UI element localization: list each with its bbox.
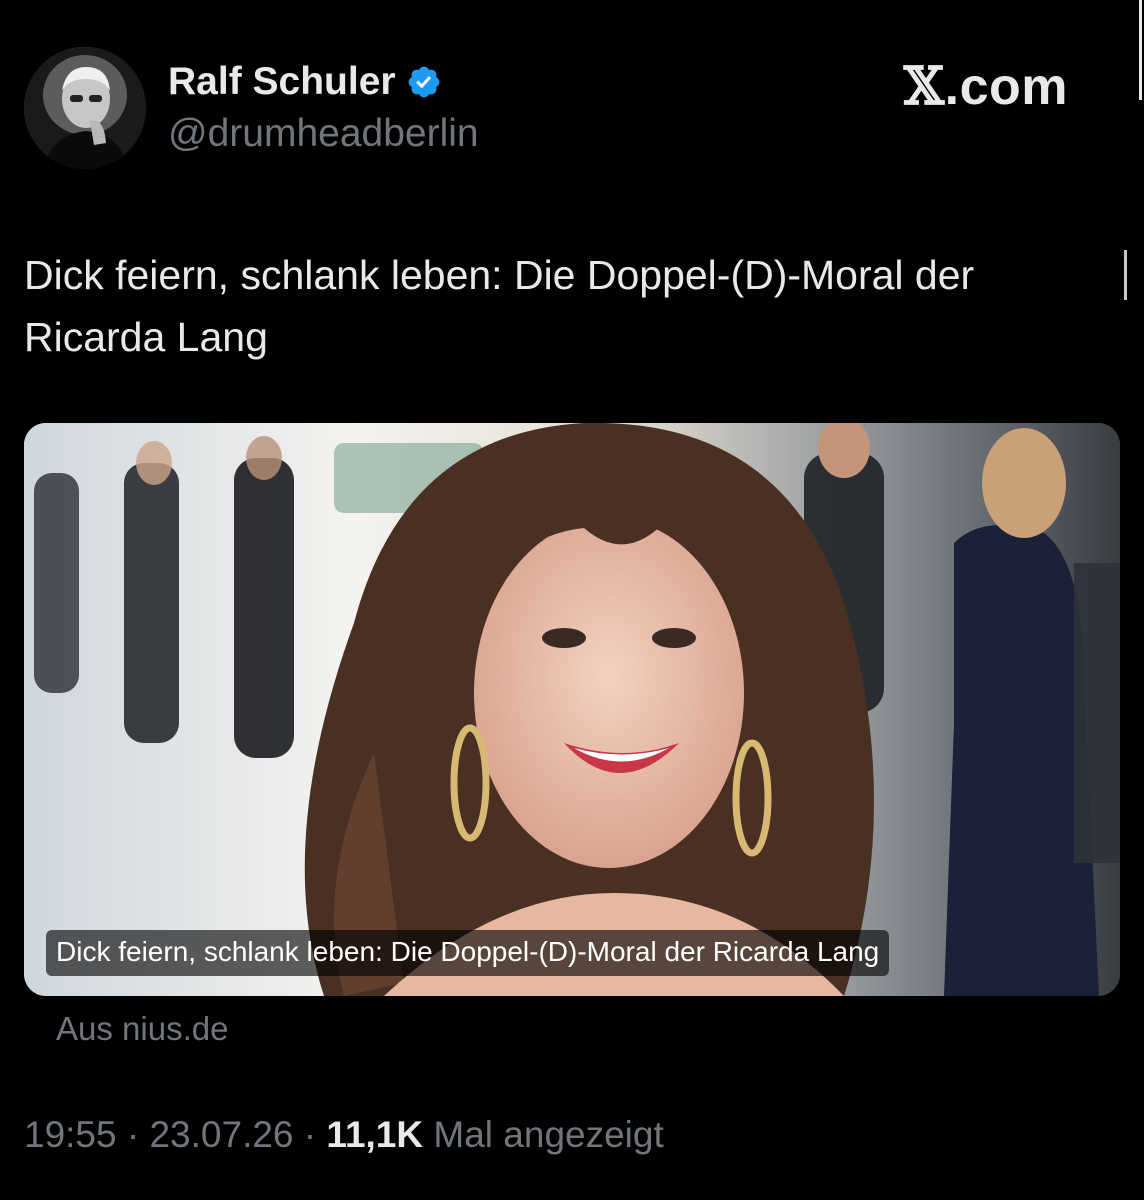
tweet-text: Dick feiern, schlank leben: Die Doppel-(…: [24, 252, 975, 360]
tweet-time[interactable]: 19:55: [24, 1114, 117, 1155]
author-name-text: Ralf Schuler: [168, 60, 396, 103]
avatar-portrait-icon: [24, 47, 146, 169]
card-caption: Dick feiern, schlank leben: Die Doppel-(…: [46, 930, 890, 976]
text-cursor: [1124, 250, 1127, 300]
author-name[interactable]: Ralf Schuler: [168, 60, 442, 104]
meta-separator: ·: [303, 1114, 317, 1155]
views-count: 11,1K: [326, 1114, 424, 1155]
tweet-meta: 19:55 · 23.07.26 · 11,1K Mal angezeigt: [24, 1114, 664, 1156]
avatar[interactable]: [24, 47, 146, 169]
meta-separator: ·: [126, 1114, 140, 1155]
card-source[interactable]: Aus nius.de: [56, 1010, 228, 1048]
photo-icon: [24, 423, 1120, 996]
link-card[interactable]: Dick feiern, schlank leben: Die Doppel-(…: [24, 423, 1120, 996]
verified-badge-icon: [408, 66, 439, 98]
tweet-date[interactable]: 23.07.26: [149, 1114, 293, 1155]
views-label: Mal angezeigt: [433, 1114, 664, 1155]
brand-suffix: .com: [944, 58, 1068, 116]
x-icon: 𝕏: [903, 56, 945, 117]
author-handle[interactable]: @drumheadberlin: [168, 112, 479, 156]
scroll-indicator: [1134, 0, 1142, 100]
x-logo: 𝕏.com: [904, 56, 1068, 117]
